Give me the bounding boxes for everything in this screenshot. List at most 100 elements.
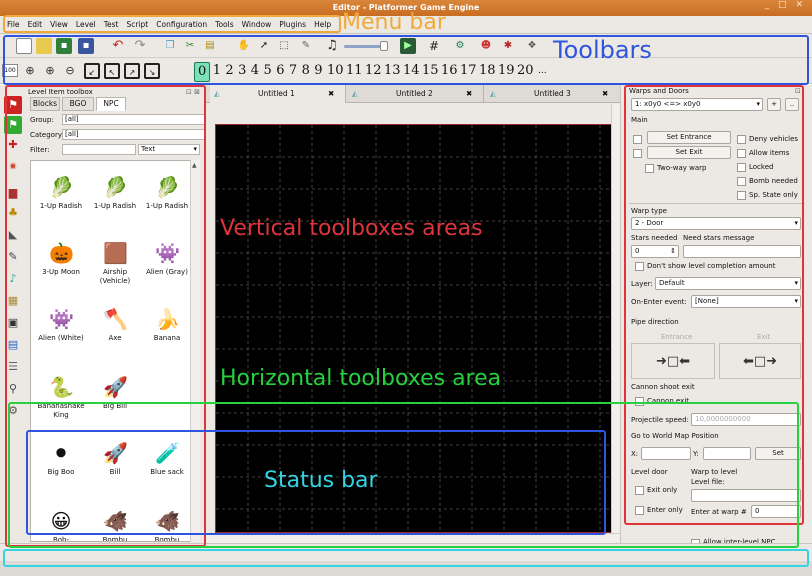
copy-icon[interactable]: ❐ (162, 38, 178, 54)
menu-help[interactable]: Help (310, 16, 335, 33)
layer-6-button[interactable]: 6 (276, 62, 284, 80)
canvas-vertical-scrollbar[interactable] (611, 104, 620, 533)
tab-bgo[interactable]: BGO (62, 97, 94, 111)
events-icon[interactable]: ▣ (4, 314, 22, 332)
layers-icon[interactable]: ▦ (4, 292, 22, 310)
layer-1-button[interactable]: 1 (213, 62, 221, 80)
tab-untitled-3[interactable]: ◭ Untitled 3 ✖ (486, 85, 616, 103)
settings-icon[interactable]: ❖ (524, 38, 540, 54)
menu-script[interactable]: Script (123, 16, 153, 33)
category-select[interactable]: [all]▾ (62, 129, 220, 140)
cannon-exit-checkbox[interactable] (635, 397, 644, 406)
path-icon[interactable]: ♪ (4, 270, 22, 288)
item-grid-scrollbar[interactable]: ▲ (190, 160, 200, 542)
npc-item[interactable]: ⚫ Big Boo (35, 441, 87, 477)
layer-11-button[interactable]: 11 (346, 62, 363, 80)
warp-select[interactable]: 1: x0y0 <=> x0y0 ▾ (631, 98, 763, 111)
dont-show-checkbox[interactable] (635, 262, 644, 271)
layer-select[interactable]: Default ▾ (655, 277, 801, 290)
filter-input[interactable] (62, 144, 136, 155)
undo-icon[interactable]: ↶ (110, 38, 126, 54)
close-icon[interactable]: ✖ (602, 85, 608, 103)
npc-item[interactable]: 🐗 Bombu (89, 509, 141, 541)
npc-icon[interactable]: ☻ (478, 38, 494, 54)
menu-configuration[interactable]: Configuration (152, 16, 211, 33)
npc-item[interactable]: 🥬 1-Up Radish (35, 175, 87, 211)
stars-spinbox[interactable]: 0 ⇕ (631, 245, 679, 258)
npc-item[interactable]: 🪓 Axe (89, 307, 141, 343)
level-canvas[interactable] (215, 124, 612, 533)
tab-blocks[interactable]: Blocks (30, 97, 60, 111)
option-checkbox[interactable] (737, 177, 746, 186)
hand-tool-icon[interactable]: ✋ (236, 38, 252, 54)
tab-npc[interactable]: NPC (96, 97, 126, 111)
save-icon[interactable]: ▪ (56, 38, 72, 54)
layer-4-button[interactable]: 4 (251, 62, 259, 80)
layer-15-button[interactable]: 15 (422, 62, 439, 80)
option-checkbox[interactable] (737, 191, 746, 200)
tool-icon[interactable]: ✎ (4, 248, 22, 266)
layer-2-button[interactable]: 2 (225, 62, 233, 80)
level-items-icon[interactable]: ⚑ (4, 96, 22, 114)
npc-item[interactable]: 😀 Bob- (35, 509, 87, 541)
layer-17-button[interactable]: 17 (460, 62, 477, 80)
need-stars-msg-input[interactable] (683, 245, 801, 258)
menu-test[interactable]: Test (100, 16, 123, 33)
eraser-icon[interactable]: ✎ (298, 38, 314, 54)
resize-ne-icon[interactable]: ↖ (104, 63, 120, 79)
zoom-out-icon[interactable]: ⊖ (62, 63, 78, 79)
zoom-reset-icon[interactable]: ⊕ (22, 63, 38, 79)
npc-item[interactable]: 🟫 Airship (Vehicle) (89, 241, 141, 286)
layer-19-button[interactable]: 19 (498, 62, 515, 80)
layer-7-button[interactable]: 7 (289, 62, 297, 80)
entrance-checkbox[interactable] (633, 135, 642, 144)
layer-0-button[interactable]: 0 (194, 62, 211, 82)
layer-10-button[interactable]: 10 (327, 62, 344, 80)
warp-type-select[interactable]: 2 - Door ▾ (631, 217, 801, 230)
layer-5-button[interactable]: 5 (264, 62, 272, 80)
menu-window[interactable]: Window (238, 16, 276, 33)
select-tool-icon[interactable]: ➚ (256, 38, 272, 54)
tile-icon[interactable]: ◣ (4, 226, 22, 244)
key-icon[interactable]: ♣ (4, 204, 22, 222)
warp-icon[interactable]: ✚ (4, 136, 22, 154)
onenter-select[interactable]: [None] ▾ (691, 295, 801, 308)
exit-only-checkbox[interactable] (635, 486, 644, 495)
layer-3-button[interactable]: 3 (238, 62, 246, 80)
x-input[interactable] (641, 447, 691, 460)
scroll-up-icon[interactable]: ▲ (192, 162, 199, 170)
npc-item[interactable]: 👾 Alien (Gray) (141, 241, 193, 277)
tab-untitled-1[interactable]: ◭ Untitled 1 ✖ (210, 85, 346, 103)
star-icon[interactable]: ✷ (4, 158, 22, 176)
pipe-icon[interactable]: ▆ (4, 184, 22, 202)
paste-icon[interactable]: ▤ (202, 38, 218, 54)
exit-checkbox[interactable] (633, 149, 642, 158)
npc-item[interactable]: 🥬 1-Up Radish (89, 175, 141, 211)
projectile-speed-input[interactable]: 10,0000000000 (691, 413, 801, 426)
window-controls[interactable]: _ □ ✕ (765, 0, 806, 10)
volume-slider[interactable] (344, 45, 384, 48)
enter-only-checkbox[interactable] (635, 506, 644, 515)
layer-13-button[interactable]: 13 (384, 62, 401, 80)
menu-tools[interactable]: Tools (211, 16, 237, 33)
music-icon[interactable]: ♫ (324, 38, 340, 54)
more-button[interactable]: .. (785, 98, 799, 111)
menu-plugins[interactable]: Plugins (275, 16, 310, 33)
set-entrance-button[interactable]: Set Entrance (647, 131, 731, 144)
undock-close-icon[interactable]: ⊡ ⊠ (186, 86, 200, 98)
npc-item[interactable]: 🥬 1-Up Radish (141, 175, 193, 211)
debug-icon[interactable]: ✱ (500, 38, 516, 54)
npc-item[interactable]: 👾 Alien (White) (35, 307, 87, 343)
test-level-icon[interactable]: ▶ (400, 38, 416, 54)
npc-item[interactable]: 🎃 3-Up Moon (35, 241, 87, 277)
entrance-direction-pad[interactable]: ➜□⬅ (631, 343, 715, 379)
new-file-icon[interactable] (16, 38, 32, 54)
layer-8-button[interactable]: 8 (302, 62, 310, 80)
open-folder-icon[interactable] (36, 38, 52, 54)
resize-sw-icon[interactable]: ↗ (124, 63, 140, 79)
y-input[interactable] (703, 447, 751, 460)
sections-icon[interactable]: ⚑ (4, 116, 22, 134)
cut-icon[interactable]: ✂ (182, 38, 198, 54)
option-checkbox[interactable] (737, 149, 746, 158)
bookmarks-icon[interactable]: ☰ (4, 358, 22, 376)
